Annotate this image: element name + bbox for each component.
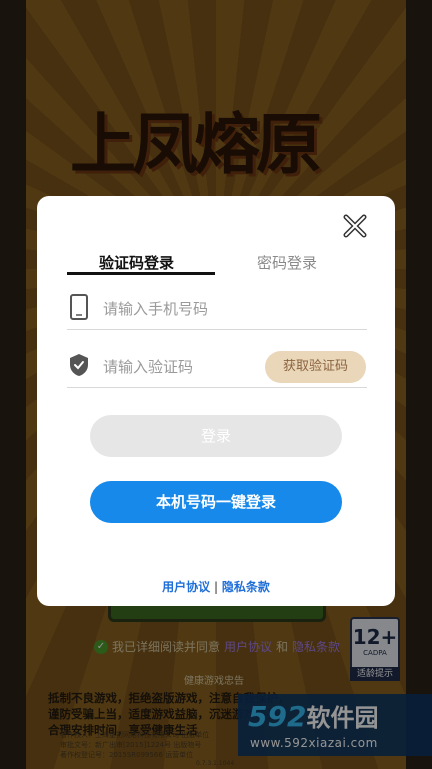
get-code-button[interactable]: 获取验证码 (265, 351, 366, 383)
shield-check-icon (70, 354, 88, 376)
one-key-login-button[interactable]: 本机号码一键登录 (90, 481, 342, 523)
phone-field[interactable]: 请输入手机号码 (67, 284, 367, 330)
tab-password-login[interactable]: 密码登录 (257, 252, 317, 273)
phone-icon (70, 294, 88, 320)
active-tab-indicator (67, 272, 215, 275)
agreement-separator: | (213, 580, 219, 594)
user-agreement-link[interactable]: 用户协议 (162, 580, 210, 594)
login-dialog: 验证码登录 密码登录 请输入手机号码 请输入验证码 获取验证码 登录 本机号码一… (37, 196, 395, 606)
phone-input[interactable]: 请输入手机号码 (103, 298, 208, 319)
privacy-policy-link[interactable]: 隐私条款 (222, 580, 270, 594)
tab-sms-login[interactable]: 验证码登录 (99, 252, 174, 273)
close-icon (343, 214, 367, 238)
code-input[interactable]: 请输入验证码 (103, 356, 193, 377)
close-button[interactable] (343, 214, 367, 238)
login-button[interactable]: 登录 (90, 415, 342, 457)
agreement-links: 用户协议 | 隐私条款 (37, 578, 395, 595)
